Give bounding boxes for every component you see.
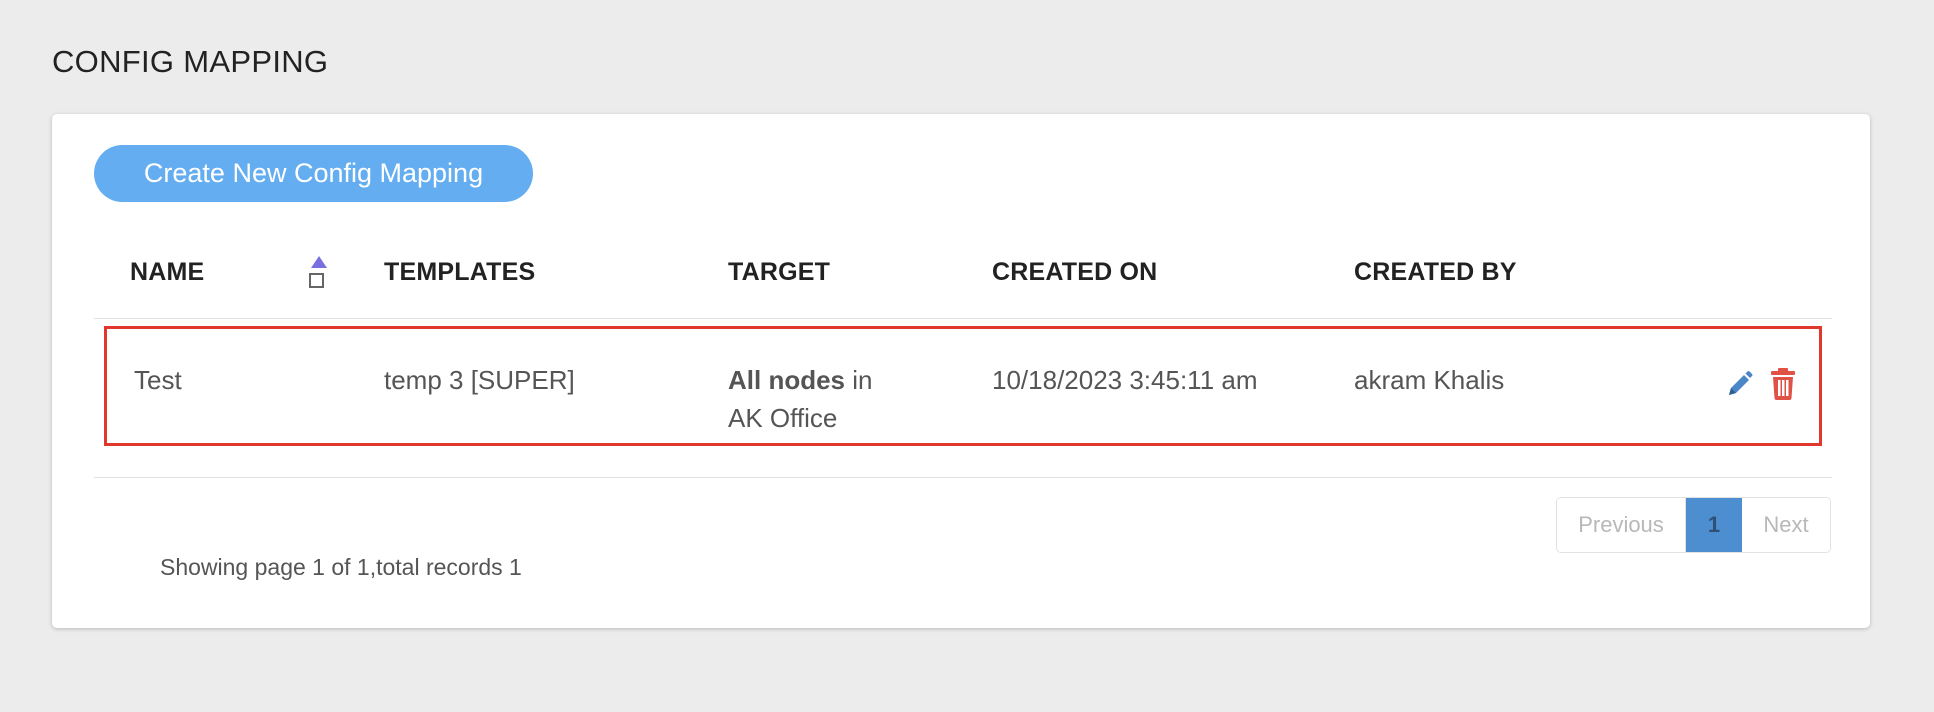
table-bottom-divider — [94, 477, 1832, 478]
sort-up-arrow-icon — [311, 256, 327, 268]
header-divider — [94, 318, 1832, 319]
target-scope: All nodes — [728, 365, 846, 395]
pencil-icon[interactable] — [1724, 367, 1754, 401]
target-location: AK Office — [728, 403, 838, 433]
cell-created-by: akram Khalis — [1354, 365, 1505, 395]
page-1-button[interactable]: 1 — [1686, 498, 1742, 552]
column-header-created-on[interactable]: CREATED ON — [992, 258, 1157, 287]
cell-created-on: 10/18/2023 3:45:11 am — [992, 365, 1258, 395]
cell-target: All nodes in AK Office — [728, 361, 968, 437]
page-title: CONFIG MAPPING — [52, 44, 329, 79]
config-mapping-card: Create New Config Mapping NAME TEMPLATES… — [52, 114, 1870, 628]
create-config-mapping-button[interactable]: Create New Config Mapping — [94, 145, 533, 202]
table-row[interactable]: Test temp 3 [SUPER] All nodes in AK Offi… — [104, 326, 1822, 446]
trash-icon[interactable] — [1768, 367, 1798, 401]
column-header-created-by[interactable]: CREATED BY — [1354, 258, 1517, 287]
sort-toggle-box-icon — [309, 273, 324, 288]
pagination-summary: Showing page 1 of 1,total records 1 — [160, 554, 522, 580]
pagination: Previous 1 Next — [1556, 497, 1831, 553]
column-header-templates[interactable]: TEMPLATES — [384, 258, 535, 287]
column-header-target[interactable]: TARGET — [728, 258, 830, 287]
previous-page-button[interactable]: Previous — [1557, 498, 1686, 552]
target-connector: in — [845, 365, 873, 395]
column-header-name[interactable]: NAME — [130, 258, 204, 287]
cell-templates: temp 3 [SUPER] — [384, 365, 575, 395]
next-page-button[interactable]: Next — [1742, 498, 1830, 552]
cell-name: Test — [134, 365, 182, 395]
sort-ascending-icon[interactable] — [308, 256, 330, 292]
